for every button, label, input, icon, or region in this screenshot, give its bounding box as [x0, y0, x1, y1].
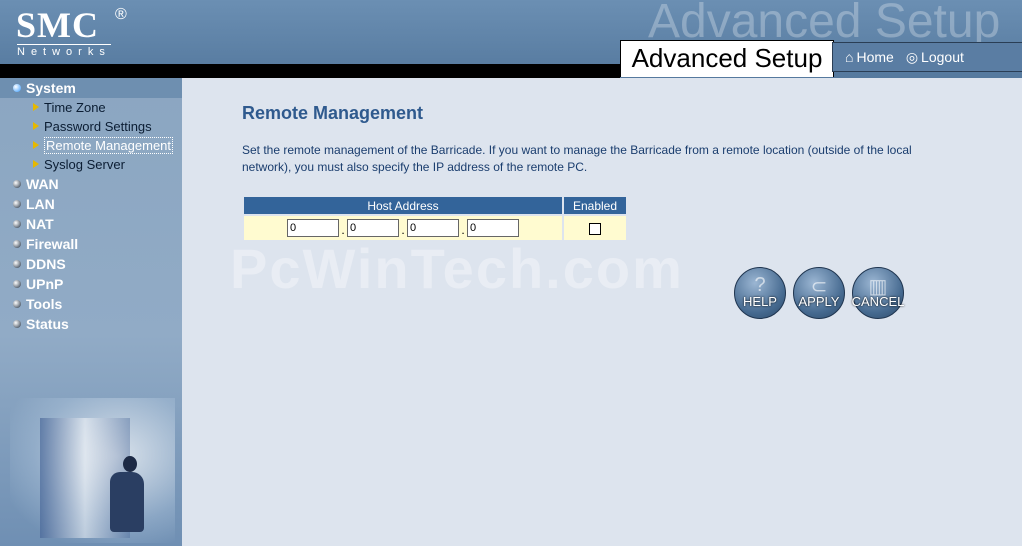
- ip-separator: .: [341, 223, 345, 237]
- sidebar: System Time Zone Password Settings Remote M…: [0, 78, 182, 546]
- sidebar-category-status[interactable]: Status: [0, 314, 182, 334]
- host-address-header: Host Address: [244, 197, 562, 214]
- page-heading-box: Advanced Setup: [620, 40, 834, 77]
- registered-mark: ®: [115, 6, 127, 23]
- sidebar-category-label: LAN: [26, 196, 55, 212]
- sidebar-category-label: Tools: [26, 296, 63, 312]
- arrow-right-icon: [33, 141, 39, 149]
- home-label: Home: [856, 49, 894, 65]
- sidebar-item-label: Remote Management: [44, 137, 174, 154]
- sidebar-category-upnp[interactable]: UPnP: [0, 274, 182, 294]
- sidebar-category-nat[interactable]: NAT: [0, 214, 182, 234]
- ip-octet-3[interactable]: [407, 219, 459, 237]
- sidebar-item-time-zone[interactable]: Time Zone: [0, 98, 182, 117]
- sidebar-category-label: UPnP: [26, 276, 64, 292]
- enabled-cell: [564, 216, 626, 240]
- main-content: Remote Management Set the remote managem…: [182, 78, 1022, 546]
- sidebar-category-firewall[interactable]: Firewall: [0, 234, 182, 254]
- header: SMC ® Networks Advanced Setup Advanced S…: [0, 0, 1022, 78]
- ip-octet-4[interactable]: [467, 219, 519, 237]
- arrow-right-icon: [33, 122, 39, 130]
- home-link[interactable]: ⌂ Home: [845, 49, 894, 65]
- enabled-checkbox[interactable]: [589, 222, 601, 235]
- sidebar-illustration: [10, 398, 175, 543]
- sidebar-category-label: Status: [26, 316, 69, 332]
- sidebar-item-label: Time Zone: [44, 100, 106, 115]
- bullet-icon: [13, 180, 21, 188]
- section-title: Remote Management: [242, 103, 424, 123]
- sidebar-menu: System Time Zone Password Settings Remote M…: [0, 78, 182, 334]
- cancel-button[interactable]: ▥ CANCEL: [852, 267, 904, 319]
- sidebar-category-label: Firewall: [26, 236, 79, 252]
- ip-separator: .: [401, 223, 405, 237]
- sidebar-category-system[interactable]: System: [0, 78, 182, 98]
- sidebar-item-password-settings[interactable]: Password Settings: [0, 117, 182, 136]
- remote-host-table: Host Address Enabled ...: [242, 195, 628, 242]
- sidebar-category-lan[interactable]: LAN: [0, 194, 182, 214]
- sidebar-item-syslog-server[interactable]: Syslog Server: [0, 155, 182, 174]
- bullet-icon: [13, 280, 21, 288]
- bullet-icon: [13, 220, 21, 228]
- logout-link[interactable]: ◎ Logout: [906, 49, 964, 66]
- networks-label: Networks: [17, 44, 111, 58]
- bullet-icon: [13, 84, 21, 92]
- sidebar-item-remote-management[interactable]: Remote Management: [0, 136, 182, 155]
- logout-label: Logout: [921, 49, 964, 65]
- sidebar-category-label: NAT: [26, 216, 54, 232]
- host-address-cell: ...: [244, 216, 562, 240]
- bullet-icon: [13, 240, 21, 248]
- top-nav: ⌂ Home ◎ Logout: [832, 42, 1022, 72]
- sidebar-category-label: DDNS: [26, 256, 66, 272]
- title-strip: [0, 64, 620, 78]
- bullet-icon: [13, 200, 21, 208]
- table-row: ...: [244, 216, 626, 240]
- home-icon: ⌂: [845, 49, 854, 65]
- watermark: PcWinTech.com: [230, 237, 684, 300]
- illustration-person-body: [110, 472, 144, 532]
- cancel-icon: ▥: [868, 276, 888, 298]
- sidebar-category-label: WAN: [26, 176, 59, 192]
- enabled-header: Enabled: [564, 197, 626, 214]
- ip-octet-2[interactable]: [347, 219, 399, 237]
- smc-logo: SMC: [16, 5, 99, 45]
- sidebar-category-tools[interactable]: Tools: [0, 294, 182, 314]
- bullet-icon: [13, 320, 21, 328]
- illustration-person-head: [123, 456, 137, 472]
- apply-button[interactable]: ⊂ APPLY: [793, 267, 845, 319]
- table-header-row: Host Address Enabled: [244, 197, 626, 214]
- logout-icon: ◎: [905, 48, 919, 65]
- page-heading: Advanced Setup: [631, 43, 823, 73]
- sidebar-item-label: Password Settings: [44, 119, 152, 134]
- apply-icon: ⊂: [810, 276, 828, 298]
- sidebar-category-label: System: [26, 80, 76, 96]
- arrow-right-icon: [33, 103, 39, 111]
- ip-separator: .: [461, 223, 465, 237]
- help-icon: ?: [754, 274, 766, 296]
- sidebar-category-ddns[interactable]: DDNS: [0, 254, 182, 274]
- arrow-right-icon: [33, 160, 39, 168]
- bullet-icon: [13, 300, 21, 308]
- ip-octet-1[interactable]: [287, 219, 339, 237]
- help-button[interactable]: ? HELP: [734, 267, 786, 319]
- bullet-icon: [13, 260, 21, 268]
- section-description: Set the remote management of the Barrica…: [242, 143, 912, 174]
- sidebar-item-label: Syslog Server: [44, 157, 125, 172]
- sidebar-category-wan[interactable]: WAN: [0, 174, 182, 194]
